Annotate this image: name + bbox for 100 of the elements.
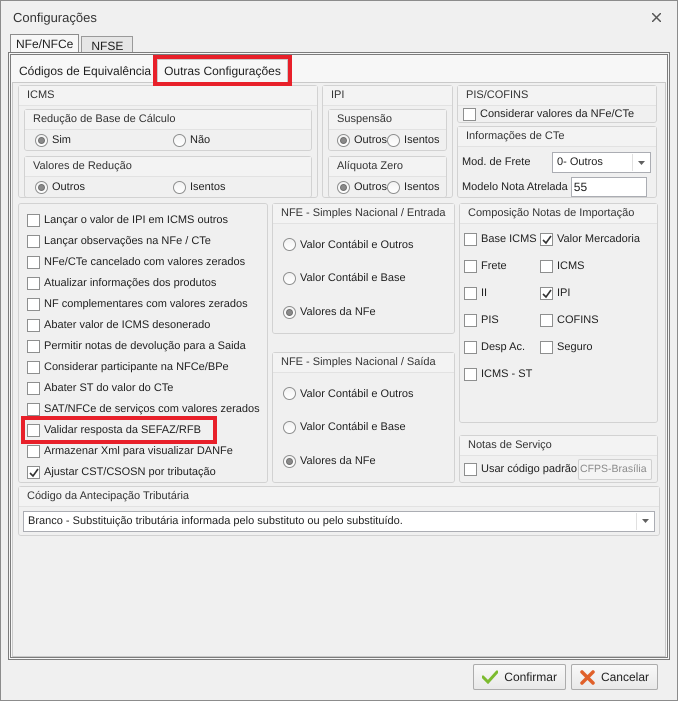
radio-button[interactable]: [283, 272, 296, 285]
checkbox[interactable]: [540, 341, 553, 354]
tab[interactable]: Outras Configurações: [157, 59, 288, 82]
group-title: Valores de Redução: [33, 159, 132, 174]
radio-button[interactable]: [283, 238, 296, 252]
checkbox-label: Permitir notas de devolução para a Saida: [44, 339, 246, 354]
group-title: Código da Antecipação Tributária: [27, 489, 190, 504]
checkbox-label: Lançar observações na NFe / CTe: [44, 234, 211, 250]
checkbox-label: Lançar o valor de IPI em ICMS outros: [44, 213, 228, 228]
checkbox[interactable]: [27, 256, 40, 269]
radio-label: Valor Contábil e Outros: [300, 238, 414, 253]
radio-button[interactable]: [35, 134, 48, 146]
checkbox[interactable]: [27, 277, 40, 290]
radio-label: Isentos: [404, 132, 440, 148]
checkbox[interactable]: [27, 361, 40, 374]
checkbox[interactable]: [540, 233, 553, 246]
checkbox-label: Valor Mercadoria: [557, 232, 640, 248]
radio-button[interactable]: [283, 454, 296, 468]
checkbox[interactable]: [540, 314, 553, 327]
checkbox[interactable]: [27, 382, 40, 395]
group-title: Notas de Serviço: [468, 438, 552, 454]
radio-label: Sim: [52, 132, 71, 148]
radio-button[interactable]: [337, 180, 350, 194]
checkbox-label: ICMS: [557, 259, 584, 274]
checkbox-label: IPI: [557, 286, 570, 302]
radio-button[interactable]: [387, 180, 400, 194]
checkbox-label: Seguro: [557, 340, 592, 356]
checkbox-label: ICMS - ST: [481, 367, 532, 382]
radio-button[interactable]: [337, 134, 350, 146]
group-title: Alíquota Zero: [337, 159, 404, 174]
radio-button[interactable]: [283, 420, 296, 434]
dropdown[interactable]: 0- Outros: [552, 152, 651, 173]
radio-label: Valores da NFe: [300, 454, 376, 469]
checkbox-label: NFe/CTe cancelado com valores zerados: [44, 255, 246, 270]
checkbox[interactable]: [464, 462, 477, 476]
check-icon: [28, 468, 38, 478]
checkbox[interactable]: [540, 260, 553, 273]
dialog-button[interactable]: Cancelar: [570, 664, 658, 690]
radio-label: Valores da NFe: [300, 304, 376, 320]
checkbox-label: Frete: [481, 259, 507, 274]
group-title: Suspensão: [337, 112, 392, 128]
checkbox[interactable]: [27, 403, 40, 416]
checkbox-label: Atualizar informações dos produtos: [44, 276, 216, 292]
close-button[interactable]: [649, 10, 663, 24]
group-title: ICMS: [27, 88, 54, 104]
radio-button[interactable]: [387, 134, 400, 146]
tab[interactable]: Códigos de Equivalência: [15, 60, 156, 82]
radio-button[interactable]: [283, 306, 296, 319]
checkbox[interactable]: [27, 319, 40, 332]
caret-icon: [638, 160, 644, 164]
radio-label: Isentos: [190, 180, 226, 195]
checkbox[interactable]: [27, 298, 40, 311]
checkbox[interactable]: [464, 233, 477, 246]
checkbox-label: Base ICMS: [481, 232, 537, 248]
radio-button[interactable]: [283, 387, 296, 400]
checkbox[interactable]: [464, 314, 477, 327]
group-title: Informações de CTe: [466, 129, 564, 144]
radio-button[interactable]: [173, 180, 186, 194]
checkbox[interactable]: [540, 287, 553, 300]
checkbox-label: Considerar participante na NFCe/BPe: [44, 360, 229, 376]
caret-icon: [642, 519, 648, 523]
group-title: NFE - Simples Nacional / Entrada: [281, 206, 446, 222]
checkbox[interactable]: [27, 445, 40, 458]
checkbox[interactable]: [27, 214, 40, 227]
radio-button[interactable]: [35, 180, 48, 194]
checkbox[interactable]: [27, 235, 40, 248]
radio-label: Isentos: [404, 180, 440, 195]
close-icon: [652, 13, 660, 22]
input-field[interactable]: 55: [570, 177, 647, 197]
checkbox-label: Desp Ac.: [481, 340, 526, 356]
checkbox[interactable]: [27, 340, 40, 353]
tab[interactable]: NFSE: [81, 36, 134, 52]
checkbox[interactable]: [27, 424, 40, 437]
field-label: Modelo Nota Atrelada: [462, 180, 568, 195]
checkbox-label: Usar código padrão: [481, 462, 578, 477]
window-title: Configurações: [13, 8, 97, 27]
tab[interactable]: NFe/NFCe: [10, 34, 80, 52]
checkbox[interactable]: [464, 341, 477, 354]
checkbox-label: Abater valor de ICMS desonerado: [44, 318, 210, 334]
group-title: IPI: [331, 88, 344, 104]
checkbox-label: Abater ST do valor do CTe: [44, 381, 174, 396]
dialog-button[interactable]: Confirmar: [473, 664, 566, 690]
radio-label: Valor Contábil e Base: [300, 420, 406, 436]
checkbox-label: PIS: [481, 313, 499, 328]
field-label: Mod. de Frete: [462, 155, 532, 170]
radio-label: Outros: [52, 180, 86, 195]
radio-label: Valor Contábil e Outros: [300, 386, 414, 402]
checkbox-label: Armazenar Xml para visualizar DANFe: [44, 444, 233, 460]
checkbox[interactable]: [463, 108, 476, 121]
checkbox-label: COFINS: [557, 313, 599, 328]
radio-label: Valor Contábil e Base: [300, 271, 406, 286]
dropdown[interactable]: Branco - Substituição tributária informada pelo substituto ou pelo substituído.: [23, 510, 655, 532]
checkbox-label: Considerar valores da NFe/CTe: [480, 107, 634, 122]
radio-button[interactable]: [173, 134, 186, 146]
checkbox[interactable]: [464, 260, 477, 273]
radio-label: Não: [190, 132, 210, 148]
checkbox[interactable]: [464, 287, 477, 300]
checkbox-label: SAT/NFCe de serviços com valores zerados: [44, 402, 260, 418]
checkbox[interactable]: [27, 466, 40, 479]
checkbox[interactable]: [464, 368, 477, 381]
